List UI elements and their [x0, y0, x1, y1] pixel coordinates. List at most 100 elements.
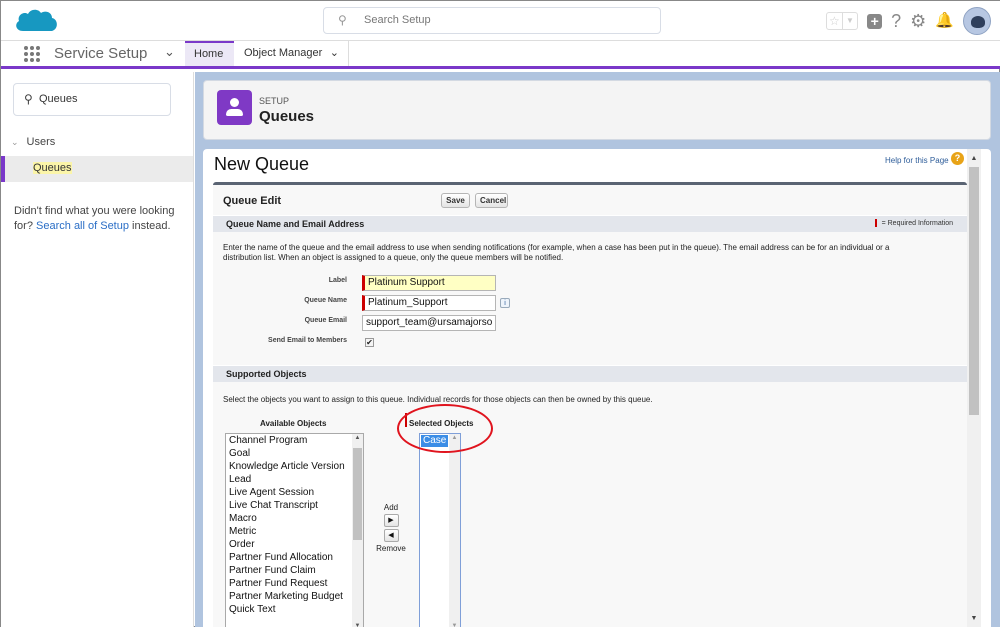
- chevron-down-icon[interactable]: ⌄: [164, 44, 175, 60]
- instead-text: instead.: [132, 220, 171, 232]
- app-launcher-icon[interactable]: [24, 46, 40, 62]
- queue-name-input[interactable]: Platinum_Support: [362, 295, 496, 311]
- available-option[interactable]: Live Agent Session: [226, 486, 363, 499]
- queue-email-field-label: Queue Email: [304, 317, 347, 324]
- remove-button[interactable]: ◀: [383, 529, 399, 542]
- scroll-down-icon[interactable]: ▼: [967, 612, 981, 626]
- section-header-name-email: Queue Name and Email Address = Required …: [213, 215, 967, 232]
- not-found-message: Didn't find what you were looking for? S…: [14, 204, 184, 234]
- user-icon: [217, 90, 252, 125]
- available-option[interactable]: Metric: [226, 525, 363, 538]
- section-title: Queue Name and Email Address: [226, 219, 365, 229]
- page-scrollbar[interactable]: ▲ ▼: [967, 149, 981, 627]
- add-button[interactable]: ▶: [383, 514, 399, 527]
- setup-sidebar: ⚲ Queues ⌄ Users Queues Didn't find what …: [1, 72, 194, 627]
- scroll-down-icon[interactable]: ▼: [352, 623, 363, 627]
- scroll-thumb[interactable]: [969, 167, 979, 415]
- required-legend: = Required Information: [874, 219, 953, 227]
- arrow-right-icon: ▶: [388, 517, 394, 524]
- available-option[interactable]: Partner Fund Claim: [226, 564, 363, 577]
- available-option[interactable]: Partner Fund Allocation: [226, 551, 363, 564]
- arrow-left-icon: ◀: [388, 532, 394, 539]
- info-icon[interactable]: i: [500, 298, 510, 308]
- chevron-down-icon: ▼: [841, 13, 858, 29]
- label-input[interactable]: Platinum Support: [362, 275, 496, 291]
- setup-kicker: SETUP: [259, 96, 290, 106]
- app-nav-bar: Service Setup ⌄ Home Object Manager ⌄: [1, 41, 1000, 69]
- scroll-up-icon[interactable]: ▲: [352, 435, 363, 441]
- bell-icon[interactable]: 🔔: [935, 11, 954, 31]
- annotation-highlight-oval: [397, 404, 493, 453]
- gear-icon[interactable]: ⚙: [910, 11, 926, 31]
- section-header-supported-objects: Supported Objects: [213, 365, 967, 382]
- available-option[interactable]: Order: [226, 538, 363, 551]
- list-scrollbar[interactable]: ▲ ▼: [449, 434, 460, 627]
- queue-email-input[interactable]: support_team@ursamajorso: [362, 315, 496, 331]
- sidebar-item-queues[interactable]: Queues: [1, 156, 193, 182]
- required-legend-text: = Required Information: [881, 219, 953, 227]
- available-objects-label: Available Objects: [260, 419, 327, 428]
- search-placeholder: Search Setup: [364, 14, 431, 26]
- cancel-button[interactable]: Cancel: [475, 193, 508, 208]
- section-description: Select the objects you want to assign to…: [223, 395, 653, 404]
- quick-find-value: Queues: [39, 93, 78, 105]
- search-setup-input[interactable]: ⚲ Search Setup: [323, 7, 661, 34]
- send-email-checkbox[interactable]: ✔: [365, 338, 374, 347]
- required-marker: [874, 219, 877, 227]
- setup-title: Queues: [259, 108, 315, 125]
- add-icon[interactable]: +: [867, 13, 883, 29]
- scroll-up-icon[interactable]: ▲: [967, 152, 981, 166]
- quick-find-input[interactable]: ⚲ Queues: [13, 83, 171, 116]
- setup-page-header: SETUP Queues: [203, 80, 991, 140]
- send-email-field-label: Send Email to Members: [268, 337, 347, 344]
- search-all-setup-link[interactable]: Search all of Setup: [36, 220, 129, 232]
- search-icon: ⚲: [24, 92, 33, 106]
- available-option[interactable]: Live Chat Transcript: [226, 499, 363, 512]
- add-label: Add: [383, 503, 399, 512]
- app-name: Service Setup: [54, 45, 148, 62]
- help-icon[interactable]: ?: [951, 152, 964, 165]
- tab-home[interactable]: Home: [185, 41, 234, 66]
- tab-object-manager[interactable]: Object Manager ⌄: [235, 41, 349, 66]
- sidebar-item-users[interactable]: ⌄ Users: [11, 136, 55, 148]
- avatar[interactable]: [963, 7, 991, 35]
- tab-object-manager-label: Object Manager: [244, 47, 323, 59]
- help-link[interactable]: Help for this Page: [885, 156, 949, 165]
- main-area: SETUP Queues New Queue Help for this Pag…: [195, 72, 1000, 627]
- section-title: Supported Objects: [226, 369, 307, 379]
- sidebar-item-label: Queues: [33, 162, 72, 174]
- queue-name-field-label: Queue Name: [304, 297, 347, 304]
- content-frame: New Queue Help for this Page ? Queue Edi…: [203, 149, 991, 627]
- available-option[interactable]: Knowledge Article Version: [226, 460, 363, 473]
- available-option[interactable]: Partner Marketing Budget: [226, 590, 363, 603]
- selected-objects-list[interactable]: Case ▲ ▼: [419, 433, 461, 627]
- block-title: Queue Edit: [223, 195, 282, 207]
- list-scrollbar[interactable]: ▲ ▼: [352, 434, 363, 627]
- sidebar-item-label: Users: [26, 136, 56, 148]
- chevron-down-icon[interactable]: ⌄: [330, 41, 339, 66]
- star-icon: ☆: [829, 14, 840, 28]
- header-utility-icons: ☆ ▼ + ? ⚙ 🔔: [826, 7, 991, 35]
- page-title: New Queue: [214, 154, 310, 174]
- help-icon[interactable]: ?: [891, 11, 901, 31]
- queue-edit-block: Queue Edit Save Cancel Queue Name and Em…: [213, 182, 967, 627]
- remove-label: Remove: [376, 544, 406, 553]
- global-header: ⚲ Search Setup ☆ ▼ + ? ⚙ 🔔: [1, 1, 1000, 41]
- available-objects-list[interactable]: Channel Program Goal Knowledge Article Ver…: [225, 433, 364, 627]
- available-option[interactable]: Partner Fund Request: [226, 577, 363, 590]
- available-option[interactable]: Macro: [226, 512, 363, 525]
- section-description: Enter the name of the queue and the emai…: [223, 243, 963, 263]
- favorites-button[interactable]: ☆ ▼: [826, 12, 859, 30]
- available-option[interactable]: Lead: [226, 473, 363, 486]
- description-line: Enter the name of the queue and the emai…: [223, 243, 890, 252]
- available-option[interactable]: Channel Program: [226, 434, 363, 447]
- label-field-label: Label: [328, 277, 347, 284]
- salesforce-logo[interactable]: [13, 7, 59, 37]
- description-line: distribution list. When an object is ass…: [223, 253, 564, 262]
- scroll-thumb[interactable]: [353, 448, 362, 540]
- available-option[interactable]: Goal: [226, 447, 363, 460]
- available-option[interactable]: Quick Text: [226, 603, 363, 616]
- save-button[interactable]: Save: [441, 193, 470, 208]
- search-icon: ⚲: [338, 13, 347, 27]
- scroll-down-icon[interactable]: ▼: [449, 623, 460, 627]
